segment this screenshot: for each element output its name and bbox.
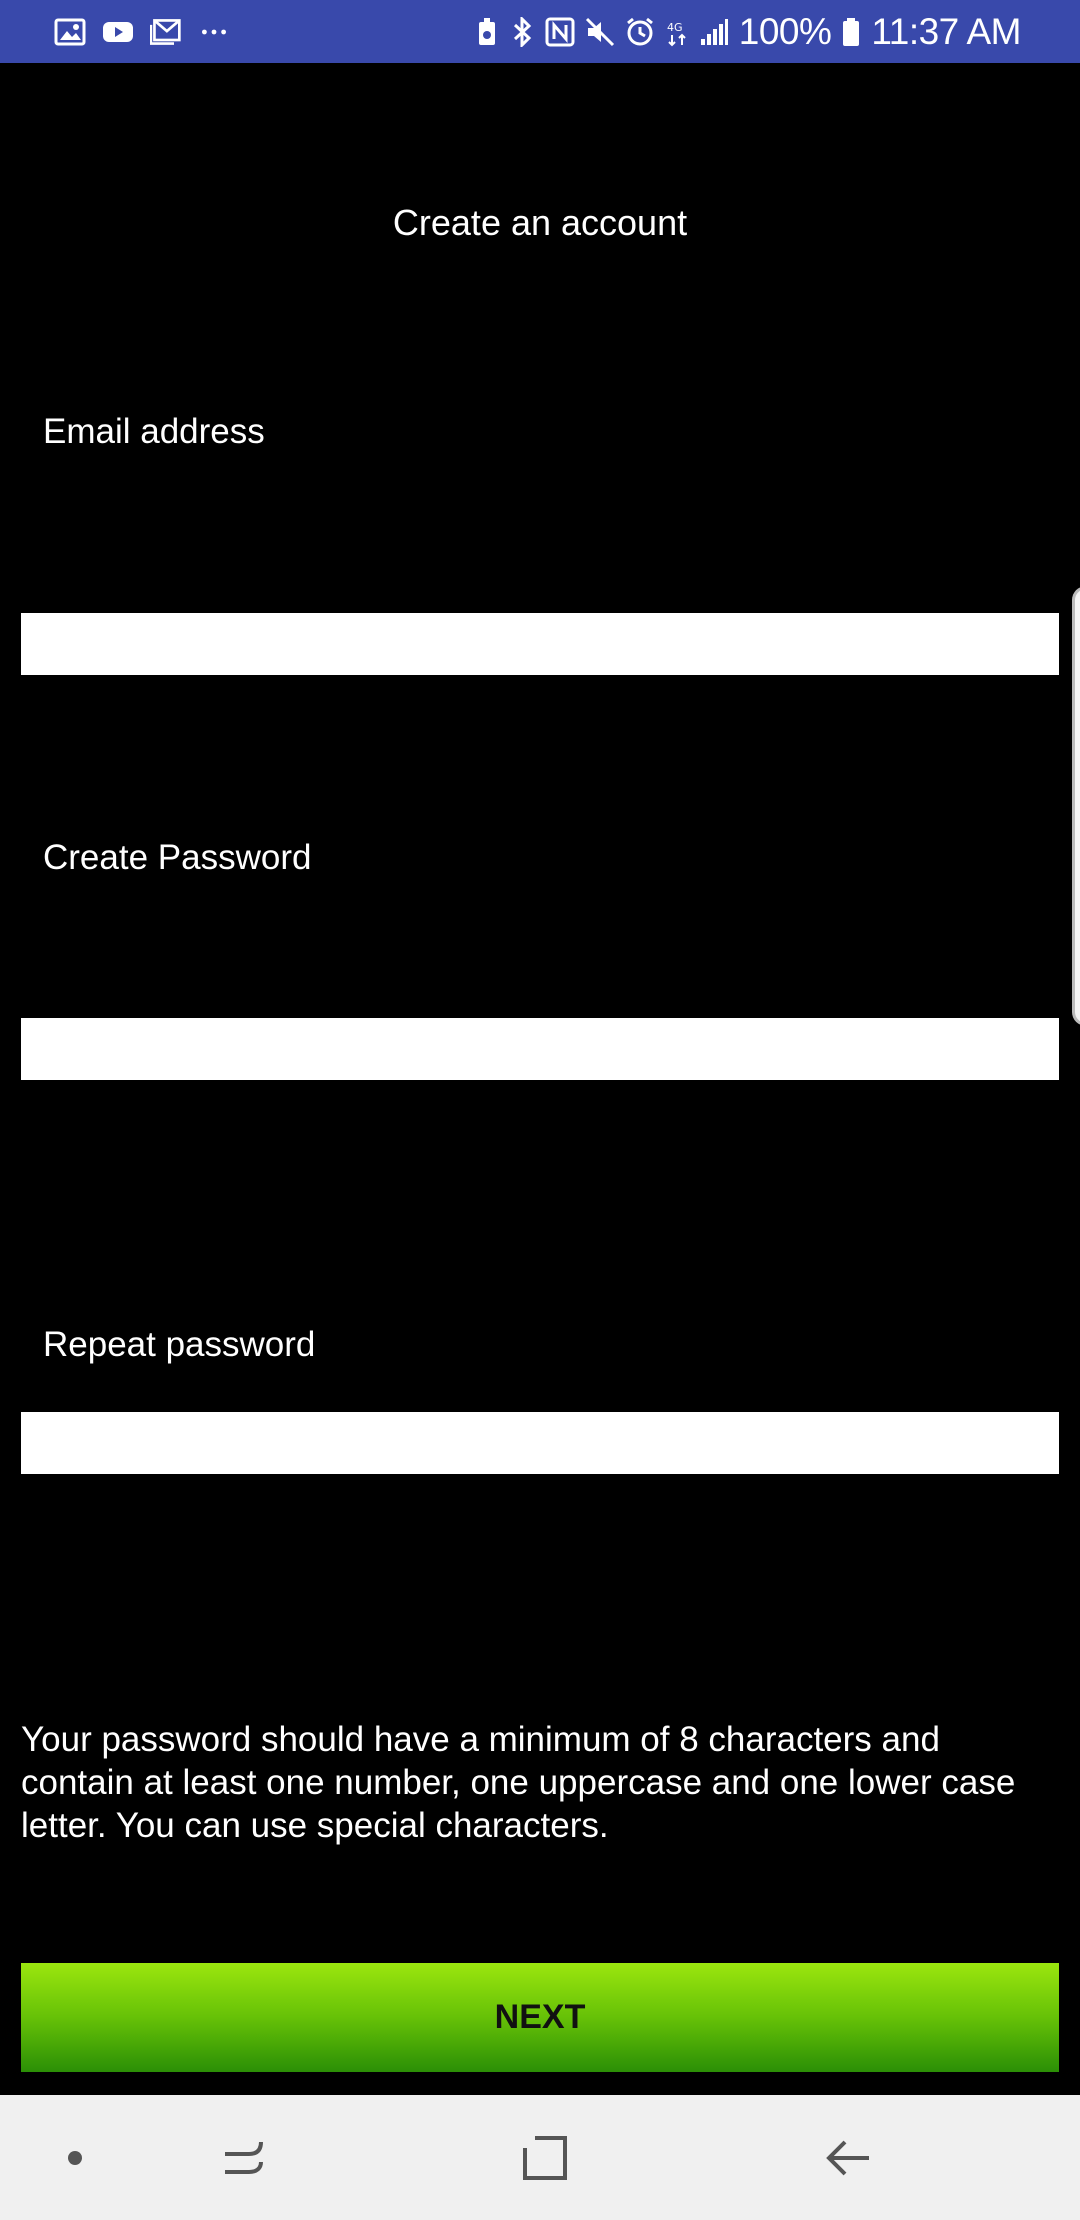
notification-icons (54, 0, 230, 63)
status-bar: 4G 100% 11:37 AM (0, 0, 1080, 63)
dot-icon[interactable] (30, 2095, 120, 2220)
mail-icon (150, 17, 182, 47)
bluetooth-icon (509, 16, 535, 47)
mute-icon (585, 17, 615, 47)
repeat-password-label: Repeat password (43, 1325, 316, 1364)
alarm-icon (625, 17, 655, 47)
password-label: Create Password (43, 838, 312, 877)
system-icons: 4G 100% 11:37 AM (475, 0, 1021, 63)
recents-icon[interactable] (198, 2095, 288, 2220)
email-label: Email address (43, 412, 265, 451)
edge-panel-handle[interactable] (1072, 586, 1080, 1026)
password-requirements-text: Your password should have a minimum of 8… (21, 1720, 1016, 1845)
battery-saver-icon (475, 17, 499, 47)
battery-icon (841, 17, 861, 47)
more-dots-icon (198, 17, 230, 47)
data-4g-icon: 4G (665, 17, 689, 47)
back-icon[interactable] (804, 2095, 894, 2220)
battery-percent: 100% (738, 10, 832, 52)
next-button[interactable]: NEXT (21, 1963, 1059, 2072)
navigation-bar (0, 2095, 1080, 2220)
password-field[interactable] (21, 1018, 1059, 1080)
email-field[interactable] (21, 613, 1059, 675)
gallery-icon (54, 17, 86, 47)
page-title: Create an account (392, 202, 688, 243)
repeat-password-field[interactable] (21, 1412, 1059, 1474)
home-icon[interactable] (500, 2095, 590, 2220)
youtube-icon (102, 17, 134, 47)
nfc-icon (545, 17, 575, 47)
clock: 11:37 AM (871, 10, 1021, 52)
svg-text:4G: 4G (667, 21, 683, 34)
signal-icon (699, 17, 729, 47)
